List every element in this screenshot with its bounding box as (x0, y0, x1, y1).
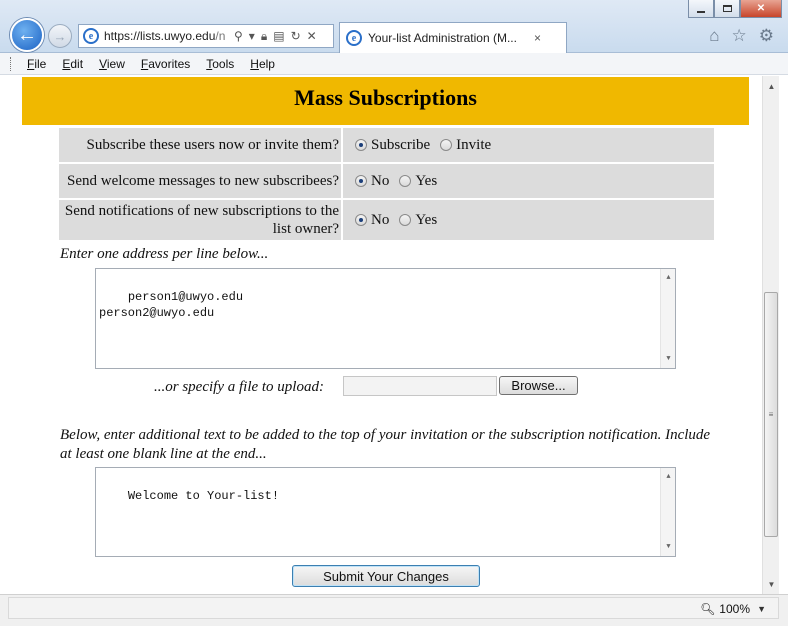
radio-welcome-no-icon[interactable] (355, 175, 367, 187)
forward-button[interactable]: → (48, 24, 72, 48)
page-title: Mass Subscriptions (294, 85, 477, 110)
radio-subscribe[interactable]: Subscribe (355, 137, 430, 154)
ie-page-icon: e (83, 28, 99, 44)
scroll-down-icon[interactable]: ▼ (661, 540, 676, 554)
browse-button[interactable]: Browse... (499, 376, 578, 395)
radio-welcome-yes-icon[interactable] (399, 175, 412, 187)
lock-icon[interactable]: 🔒︎ (261, 29, 267, 44)
status-panel: 🔍︎ 100% ▼ (8, 597, 779, 619)
menu-favorites[interactable]: Favorites (141, 57, 190, 71)
option-row-notify: Send notifications of new subscriptions … (59, 200, 714, 240)
option-value-notify: No Yes (343, 200, 714, 240)
minimize-icon (697, 10, 705, 13)
option-value-welcome: No Yes (343, 164, 714, 198)
gear-icon[interactable]: ⚙ (759, 26, 774, 46)
menu-help[interactable]: Help (250, 57, 275, 71)
file-prompt: ...or specify a file to upload: (154, 379, 324, 395)
tab-close-icon[interactable]: × (534, 31, 541, 45)
maximize-button[interactable] (714, 0, 740, 18)
radio-welcome-yes[interactable]: Yes (399, 173, 437, 190)
invite-scrollbar[interactable]: ▲ ▼ (660, 468, 675, 556)
zoom-control[interactable]: 🔍︎ 100% (700, 602, 750, 616)
status-bar: 🔍︎ 100% ▼ (0, 594, 788, 626)
home-icon[interactable]: ⌂ (709, 26, 719, 46)
favorites-star-icon[interactable]: ☆ (732, 26, 747, 46)
close-window-button[interactable]: ✕ (740, 0, 782, 18)
page-scroll-down-icon[interactable]: ▼ (763, 576, 780, 592)
zoom-level: 100% (719, 602, 750, 616)
maximize-icon (722, 5, 732, 12)
option-label-notify: Send notifications of new subscriptions … (59, 200, 341, 240)
invite-text: Welcome to Your-list! (127, 489, 280, 503)
refresh-icon[interactable]: ↻ (291, 29, 301, 44)
page-scrollbar[interactable]: ▲ ≡ ▼ (762, 76, 779, 594)
search-icon[interactable]: ⚲ (234, 29, 243, 44)
invite-textarea[interactable]: Welcome to Your-list! ▲ ▼ (95, 467, 676, 557)
minimize-button[interactable] (688, 0, 714, 18)
browser-titlebar: ✕ ← → e https://lists.uwyo.edu/n ⚲ ▾ 🔒︎ … (0, 0, 788, 53)
window-controls: ✕ (688, 0, 782, 18)
address-bar[interactable]: e https://lists.uwyo.edu/n ⚲ ▾ 🔒︎ ▤ ↻ ✕ (78, 24, 334, 48)
stop-icon[interactable]: ✕ (307, 29, 317, 44)
scroll-up-icon[interactable]: ▲ (661, 271, 676, 285)
radio-notify-no-icon[interactable] (355, 214, 367, 226)
option-row-mode: Subscribe these users now or invite them… (59, 128, 714, 162)
zoom-icon: 🔍︎ (700, 602, 716, 616)
menu-tools[interactable]: Tools (206, 57, 234, 71)
scroll-down-icon[interactable]: ▼ (661, 352, 676, 366)
menu-edit[interactable]: Edit (62, 57, 83, 71)
radio-notify-yes-icon[interactable] (399, 214, 412, 226)
subscription-options: Subscribe these users now or invite them… (59, 128, 714, 242)
compat-view-icon[interactable]: ▤ (273, 29, 284, 44)
menu-view[interactable]: View (99, 57, 125, 71)
page-content: Mass Subscriptions Subscribe these users… (8, 76, 762, 594)
submit-changes-button[interactable]: Submit Your Changes (292, 565, 480, 587)
zoom-dropdown-icon[interactable]: ▼ (757, 604, 766, 614)
forward-arrow-icon: → (53, 28, 67, 44)
option-label-mode: Subscribe these users now or invite them… (59, 128, 341, 162)
addresses-scrollbar[interactable]: ▲ ▼ (660, 269, 675, 368)
page-scroll-up-icon[interactable]: ▲ (763, 78, 780, 94)
back-arrow-icon: ← (17, 23, 37, 46)
page-heading-banner: Mass Subscriptions (22, 77, 749, 125)
address-prompt: Enter one address per line below... (60, 246, 269, 262)
addresses-textarea[interactable]: person1@uwyo.edu person2@uwyo.edu ▲ ▼ (95, 268, 676, 369)
invite-prompt: Below, enter additional text to be added… (60, 427, 711, 462)
radio-welcome-no[interactable]: No (355, 173, 389, 190)
menu-bar: File Edit View Favorites Tools Help (0, 53, 788, 75)
option-row-welcome: Send welcome messages to new subscribees… (59, 164, 714, 198)
file-path-input[interactable] (343, 376, 497, 396)
menubar-grip (10, 57, 13, 71)
radio-notify-yes[interactable]: Yes (399, 212, 437, 229)
radio-notify-no[interactable]: No (355, 212, 389, 229)
radio-subscribe-icon[interactable] (355, 139, 367, 151)
radio-invite-icon[interactable] (440, 139, 453, 151)
tab-ie-icon: e (346, 30, 362, 46)
menu-file[interactable]: File (27, 57, 46, 71)
radio-invite[interactable]: Invite (440, 137, 491, 154)
address-url[interactable]: https://lists.uwyo.edu/n (104, 29, 230, 43)
tab-title: Your-list Administration (M... (368, 31, 517, 45)
back-button[interactable]: ← (10, 18, 44, 52)
option-value-mode: Subscribe Invite (343, 128, 714, 162)
option-label-welcome: Send welcome messages to new subscribees… (59, 164, 341, 198)
tab-list-administration[interactable]: e Your-list Administration (M... × (339, 22, 567, 53)
scroll-up-icon[interactable]: ▲ (661, 470, 676, 484)
page-scroll-thumb[interactable]: ≡ (764, 292, 778, 537)
addresses-text: person1@uwyo.edu person2@uwyo.edu (99, 290, 244, 320)
dropdown-icon[interactable]: ▾ (249, 29, 255, 44)
